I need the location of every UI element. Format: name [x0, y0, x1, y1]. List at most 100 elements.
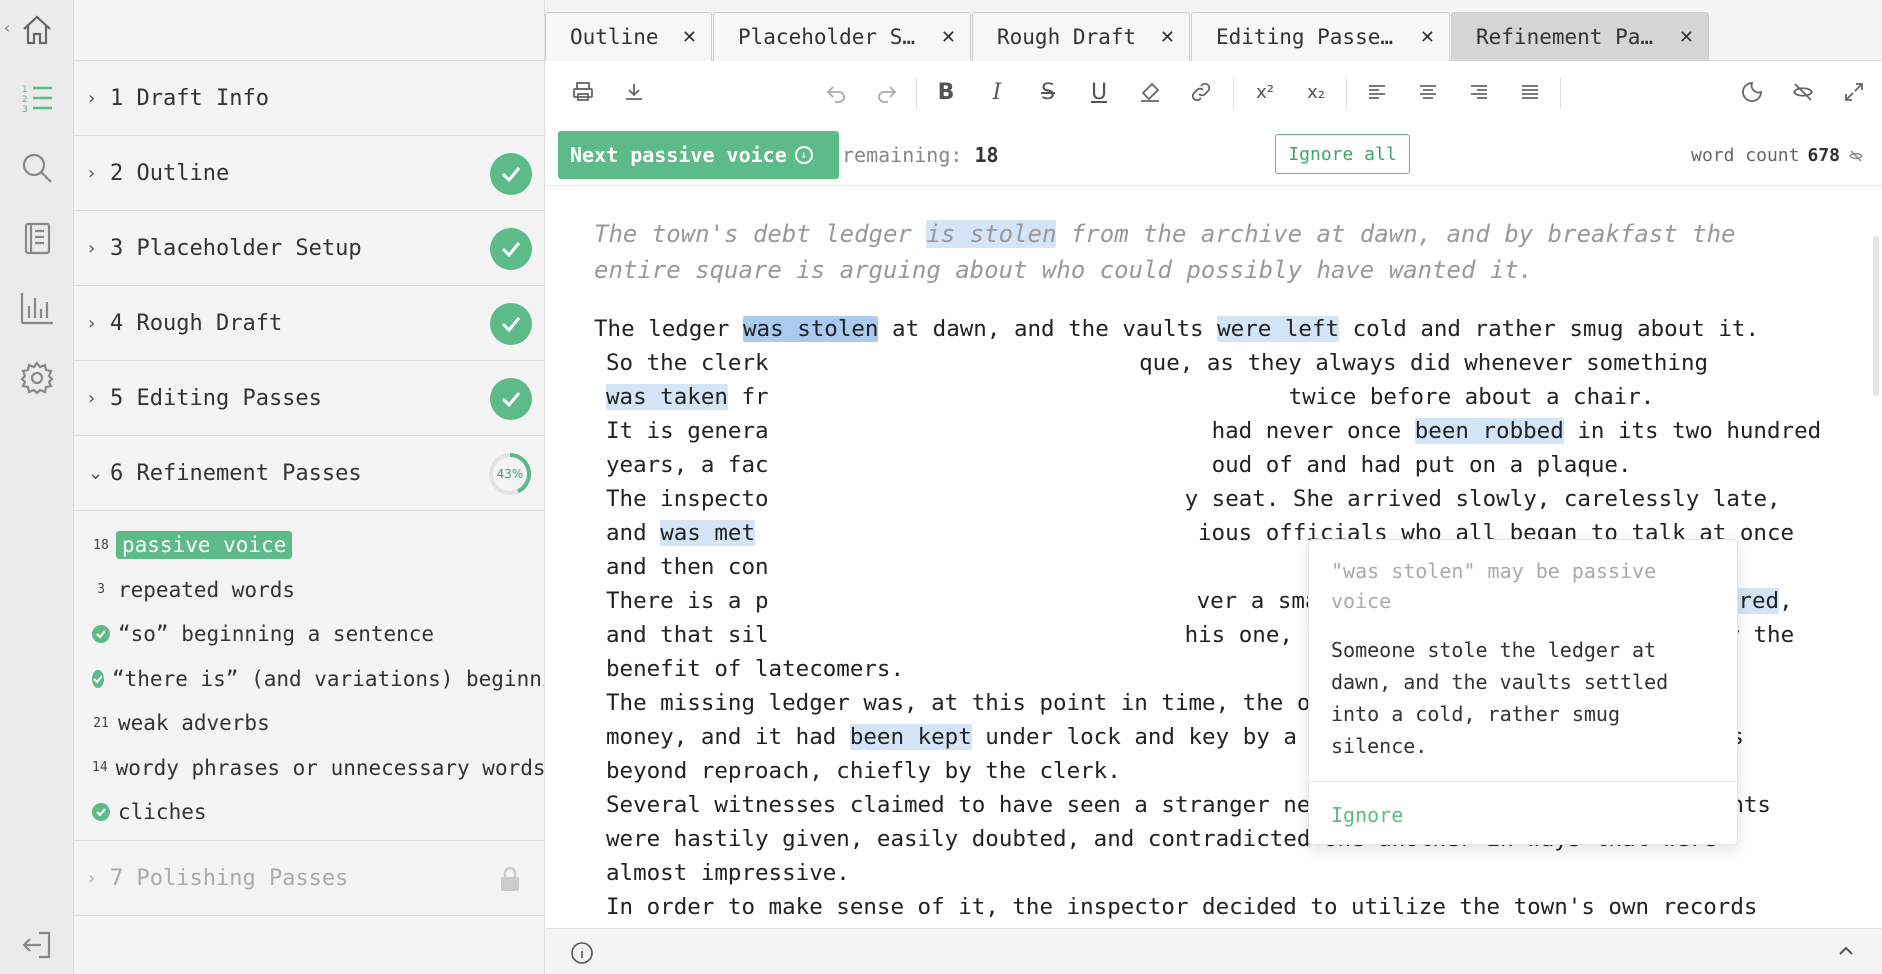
tab-label: Outline: [570, 25, 659, 49]
tab-placeholder-setup[interactable]: Placeholder S… ✕: [713, 12, 971, 61]
lock-icon: [501, 866, 519, 891]
close-icon[interactable]: ✕: [1160, 27, 1175, 48]
pass-label: passive voice: [116, 531, 293, 560]
chevron-right-icon: ›: [88, 867, 96, 889]
pass-item-passive-voice[interactable]: 18 passive voice: [74, 523, 544, 568]
align-right-icon[interactable]: [1466, 79, 1492, 105]
pass-item-wordy-phrases[interactable]: 14 wordy phrases or unnecessary words: [74, 746, 544, 791]
chapter-summary: The town's debt ledger is stolen from th…: [594, 220, 1736, 284]
underline-icon[interactable]: U: [1086, 79, 1112, 105]
svg-text:2: 2: [22, 95, 28, 105]
settings-icon[interactable]: [17, 358, 57, 398]
word-count-value: 678: [1807, 145, 1840, 166]
divider: [1309, 781, 1737, 782]
print-icon[interactable]: [570, 79, 596, 105]
passive-highlight[interactable]: is stolen: [926, 220, 1057, 248]
passive-highlight[interactable]: been kept: [849, 724, 972, 750]
align-center-icon[interactable]: [1415, 79, 1441, 105]
strikethrough-icon[interactable]: S: [1035, 79, 1061, 105]
passive-highlight[interactable]: was stolen: [743, 316, 879, 342]
suggestion-text[interactable]: Someone stole the ledger at dawn, and th…: [1331, 634, 1721, 762]
section-rough-draft[interactable]: › 4 Rough Draft: [74, 286, 544, 361]
home-icon[interactable]: [17, 10, 57, 50]
align-left-icon[interactable]: [1364, 79, 1390, 105]
subscript-icon[interactable]: x₂: [1303, 79, 1329, 105]
collapse-chevron-icon[interactable]: ‹: [4, 18, 10, 37]
tab-editing-passes[interactable]: Editing Passe… ✕: [1191, 12, 1450, 61]
check-icon: [490, 153, 532, 195]
pass-label: “so” beginning a sentence: [118, 622, 435, 647]
chevron-down-icon: ⌄: [88, 462, 104, 484]
check-icon: [92, 803, 110, 822]
svg-text:1: 1: [22, 85, 28, 95]
superscript-icon[interactable]: x²: [1252, 79, 1278, 105]
redo-icon[interactable]: [874, 79, 900, 105]
pass-label: wordy phrases or unnecessary words: [115, 755, 544, 780]
hide-count-icon[interactable]: [1848, 148, 1864, 164]
clear-format-icon[interactable]: [1137, 79, 1163, 105]
chevron-right-icon: ›: [88, 387, 96, 409]
remaining-value: 18: [974, 143, 999, 167]
next-passive-voice-button[interactable]: Next passive voice ↓: [558, 131, 839, 179]
tab-outline[interactable]: Outline ✕: [545, 12, 712, 61]
passive-highlight[interactable]: were left: [1217, 316, 1340, 342]
chevron-right-icon: ›: [88, 87, 96, 109]
status-footer: [546, 928, 1882, 974]
justify-icon[interactable]: [1517, 79, 1543, 105]
dark-mode-icon[interactable]: [1739, 79, 1765, 105]
word-count: word count 678: [1691, 145, 1864, 166]
undo-icon[interactable]: [823, 79, 849, 105]
fullscreen-icon[interactable]: [1841, 79, 1867, 105]
section-title: 1 Draft Info: [110, 85, 269, 111]
check-icon: [490, 228, 532, 270]
passive-highlight[interactable]: was taken: [606, 384, 728, 410]
pass-item-cliches[interactable]: cliches: [74, 790, 544, 835]
passive-highlight[interactable]: was met: [660, 520, 756, 546]
pass-item-there-is[interactable]: “there is” (and variations) beginning a …: [74, 657, 544, 702]
issue-count: 18: [93, 537, 109, 553]
logout-icon[interactable]: [17, 925, 57, 965]
word-count-label: word count: [1691, 145, 1800, 166]
download-icon[interactable]: [621, 79, 647, 105]
close-icon[interactable]: ✕: [941, 27, 956, 48]
stats-icon[interactable]: [17, 288, 57, 328]
editor-area[interactable]: The town's debt ledger is stolen from th…: [546, 186, 1882, 928]
section-editing-passes[interactable]: › 5 Editing Passes: [74, 361, 544, 436]
section-draft-info[interactable]: › 1 Draft Info: [74, 61, 544, 136]
ignore-button[interactable]: Ignore: [1331, 803, 1403, 827]
scrollbar[interactable]: [1873, 236, 1879, 396]
tab-rough-draft[interactable]: Rough Draft ✕: [972, 12, 1190, 61]
ignore-all-button[interactable]: Ignore all: [1275, 134, 1410, 174]
section-outline[interactable]: › 2 Outline: [74, 136, 544, 211]
passive-highlight[interactable]: been robbed: [1414, 418, 1564, 444]
search-icon[interactable]: [17, 148, 57, 188]
section-title: 2 Outline: [110, 160, 230, 186]
pass-item-repeated-words[interactable]: 3 repeated words: [74, 568, 544, 613]
link-icon[interactable]: [1188, 79, 1214, 105]
notebook-icon[interactable]: [17, 218, 57, 258]
pass-item-weak-adverbs[interactable]: 21 weak adverbs: [74, 701, 544, 746]
close-icon[interactable]: ✕: [1679, 27, 1694, 48]
hide-icon[interactable]: [1790, 79, 1816, 105]
tab-label: Refinement Pa…: [1476, 25, 1654, 49]
pass-label: cliches: [118, 800, 207, 825]
outline-sidebar: › 1 Draft Info › 2 Outline › 3 Placehold…: [74, 0, 545, 974]
bold-icon[interactable]: B: [933, 79, 959, 105]
italic-icon[interactable]: I: [984, 79, 1010, 105]
pass-controls: Next passive voice ↓ remaining: 18 Ignor…: [546, 124, 1882, 186]
button-label: Next passive voice: [570, 143, 787, 167]
chevron-right-icon: ›: [88, 237, 96, 259]
tab-refinement-passes[interactable]: Refinement Pa… ✕: [1451, 12, 1709, 61]
info-icon[interactable]: [570, 941, 594, 965]
outline-list-icon[interactable]: 123: [17, 78, 57, 118]
close-icon[interactable]: ✕: [682, 27, 697, 48]
pass-item-so-beginning[interactable]: “so” beginning a sentence: [74, 612, 544, 657]
section-placeholder-setup[interactable]: › 3 Placeholder Setup: [74, 211, 544, 286]
tab-label: Editing Passe…: [1216, 25, 1394, 49]
close-icon[interactable]: ✕: [1420, 27, 1435, 48]
chevron-up-icon[interactable]: [1836, 941, 1856, 961]
check-icon: [490, 378, 532, 420]
issue-count: 14: [92, 760, 108, 776]
check-icon: [490, 303, 532, 345]
section-refinement-passes[interactable]: ⌄ 6 Refinement Passes 43%: [74, 436, 544, 511]
